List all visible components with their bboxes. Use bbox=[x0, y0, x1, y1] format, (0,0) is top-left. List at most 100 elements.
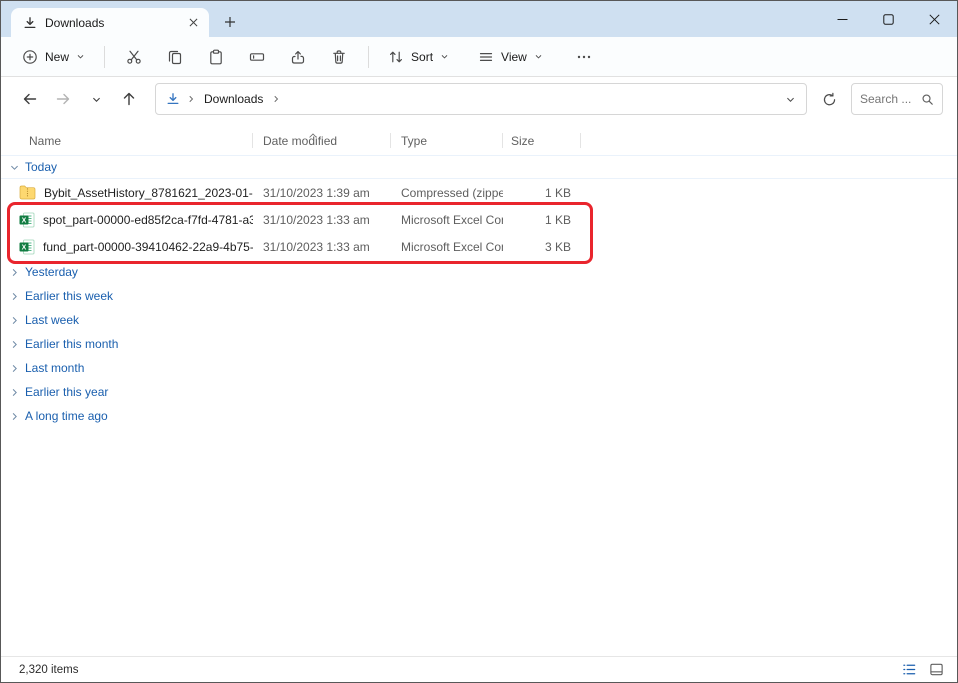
delete-button[interactable] bbox=[320, 41, 358, 73]
group-header-earlier-this-week[interactable]: Earlier this week bbox=[1, 284, 957, 308]
file-list: Today Bybit_AssetHistory_8781621_2023-01-… bbox=[1, 155, 957, 428]
thumbnail-view-icon bbox=[929, 662, 944, 677]
group-label: Last month bbox=[25, 361, 84, 375]
column-header-type[interactable]: Type bbox=[391, 127, 503, 153]
toolbar: New Sort View bbox=[1, 37, 957, 77]
group-header-a-long-time-ago[interactable]: A long time ago bbox=[1, 404, 957, 428]
cut-icon bbox=[126, 49, 142, 65]
forward-button[interactable] bbox=[48, 84, 78, 114]
group-label: Earlier this week bbox=[25, 289, 113, 303]
maximize-button[interactable] bbox=[865, 1, 911, 37]
file-size: 1 KB bbox=[503, 186, 581, 200]
breadcrumb-chevron-icon[interactable] bbox=[272, 95, 280, 103]
rename-icon bbox=[249, 49, 265, 65]
minimize-button[interactable] bbox=[819, 1, 865, 37]
new-tab-button[interactable] bbox=[217, 10, 243, 34]
excel-icon: X bbox=[19, 212, 35, 228]
group-header-last-week[interactable]: Last week bbox=[1, 308, 957, 332]
column-header-label: Date modified bbox=[263, 134, 337, 148]
sort-icon bbox=[388, 49, 404, 65]
group-header-last-month[interactable]: Last month bbox=[1, 356, 957, 380]
address-dropdown-chevron-icon[interactable] bbox=[785, 94, 796, 105]
downloads-icon bbox=[23, 16, 37, 30]
view-button[interactable]: View bbox=[469, 41, 552, 73]
group-label: Last week bbox=[25, 313, 79, 327]
downloads-icon bbox=[166, 92, 180, 106]
chevron-down-icon bbox=[76, 52, 85, 61]
group-label: A long time ago bbox=[25, 409, 108, 423]
address-bar: Downloads bbox=[1, 77, 957, 121]
toolbar-divider bbox=[368, 46, 369, 68]
group-label: Earlier this month bbox=[25, 337, 118, 351]
file-type: Microsoft Excel Com... bbox=[391, 240, 503, 254]
copy-button[interactable] bbox=[156, 41, 194, 73]
group-header-earlier-this-year[interactable]: Earlier this year bbox=[1, 380, 957, 404]
back-button[interactable] bbox=[15, 84, 45, 114]
thumbnail-view-toggle[interactable] bbox=[925, 660, 947, 680]
sort-button-label: Sort bbox=[411, 50, 433, 64]
column-header-label: Type bbox=[401, 134, 427, 148]
zip-folder-icon bbox=[19, 185, 36, 200]
column-header-date-modified[interactable]: Date modified bbox=[253, 127, 391, 153]
group-header-today[interactable]: Today bbox=[1, 155, 957, 179]
chevron-right-icon bbox=[9, 412, 19, 421]
file-name: Bybit_AssetHistory_8781621_2023-01-01_20… bbox=[44, 186, 253, 200]
new-button-label: New bbox=[45, 50, 69, 64]
file-area: Name Date modified Type Size Today Bybit_Ass… bbox=[1, 121, 957, 656]
items-count: 2,320 items bbox=[19, 664, 78, 676]
cut-button[interactable] bbox=[115, 41, 153, 73]
view-button-label: View bbox=[501, 50, 527, 64]
chevron-right-icon bbox=[9, 268, 19, 277]
tab-close-icon[interactable] bbox=[183, 13, 203, 33]
chevron-right-icon bbox=[9, 388, 19, 397]
view-icon bbox=[478, 49, 494, 65]
column-header-label: Name bbox=[29, 134, 61, 148]
share-icon bbox=[290, 49, 306, 65]
column-header-size[interactable]: Size bbox=[503, 127, 581, 153]
share-button[interactable] bbox=[279, 41, 317, 73]
file-row[interactable]: Bybit_AssetHistory_8781621_2023-01-01_20… bbox=[1, 179, 957, 206]
paste-icon bbox=[208, 49, 224, 65]
rename-button[interactable] bbox=[238, 41, 276, 73]
group-header-yesterday[interactable]: Yesterday bbox=[1, 260, 957, 284]
copy-icon bbox=[167, 49, 183, 65]
group-label: Earlier this year bbox=[25, 385, 108, 399]
tab-downloads[interactable]: Downloads bbox=[11, 8, 209, 37]
column-header-name[interactable]: Name bbox=[1, 127, 253, 153]
chevron-right-icon bbox=[9, 316, 19, 325]
file-type: Compressed (zipped)... bbox=[391, 186, 503, 200]
titlebar: Downloads bbox=[1, 1, 957, 37]
view-toggles bbox=[898, 660, 947, 680]
svg-text:X: X bbox=[22, 217, 27, 224]
chevron-down-icon bbox=[534, 52, 543, 61]
details-view-toggle[interactable] bbox=[898, 660, 920, 680]
file-size: 3 KB bbox=[503, 240, 581, 254]
chevron-right-icon bbox=[9, 292, 19, 301]
file-row[interactable]: Xfund_part-00000-39410462-22a9-4b75-afb1… bbox=[1, 233, 957, 260]
search-input[interactable] bbox=[860, 92, 917, 106]
file-explorer-window: Downloads New bbox=[0, 0, 958, 683]
refresh-button[interactable] bbox=[814, 84, 844, 114]
file-date-modified: 31/10/2023 1:33 am bbox=[253, 213, 391, 227]
close-button[interactable] bbox=[911, 1, 957, 37]
paste-button[interactable] bbox=[197, 41, 235, 73]
file-name: spot_part-00000-ed85f2ca-f7fd-4781-a3e6-… bbox=[43, 213, 253, 227]
new-plus-icon bbox=[22, 49, 38, 65]
file-date-modified: 31/10/2023 1:39 am bbox=[253, 186, 391, 200]
ellipsis-icon bbox=[576, 49, 592, 65]
group-header-earlier-this-month[interactable]: Earlier this month bbox=[1, 332, 957, 356]
search-box[interactable] bbox=[851, 83, 943, 115]
more-options-button[interactable] bbox=[565, 41, 603, 73]
breadcrumb-downloads[interactable]: Downloads bbox=[202, 90, 265, 108]
sort-button[interactable]: Sort bbox=[379, 41, 458, 73]
recent-locations-chevron-icon[interactable] bbox=[81, 84, 111, 114]
up-button[interactable] bbox=[114, 84, 144, 114]
sort-ascending-icon bbox=[308, 128, 318, 142]
file-row[interactable]: Xspot_part-00000-ed85f2ca-f7fd-4781-a3e6… bbox=[1, 206, 957, 233]
status-bar: 2,320 items bbox=[1, 656, 957, 682]
address-box[interactable]: Downloads bbox=[155, 83, 807, 115]
new-button[interactable]: New bbox=[13, 41, 94, 73]
file-date-modified: 31/10/2023 1:33 am bbox=[253, 240, 391, 254]
chevron-down-icon bbox=[440, 52, 449, 61]
breadcrumb-chevron-icon[interactable] bbox=[187, 95, 195, 103]
